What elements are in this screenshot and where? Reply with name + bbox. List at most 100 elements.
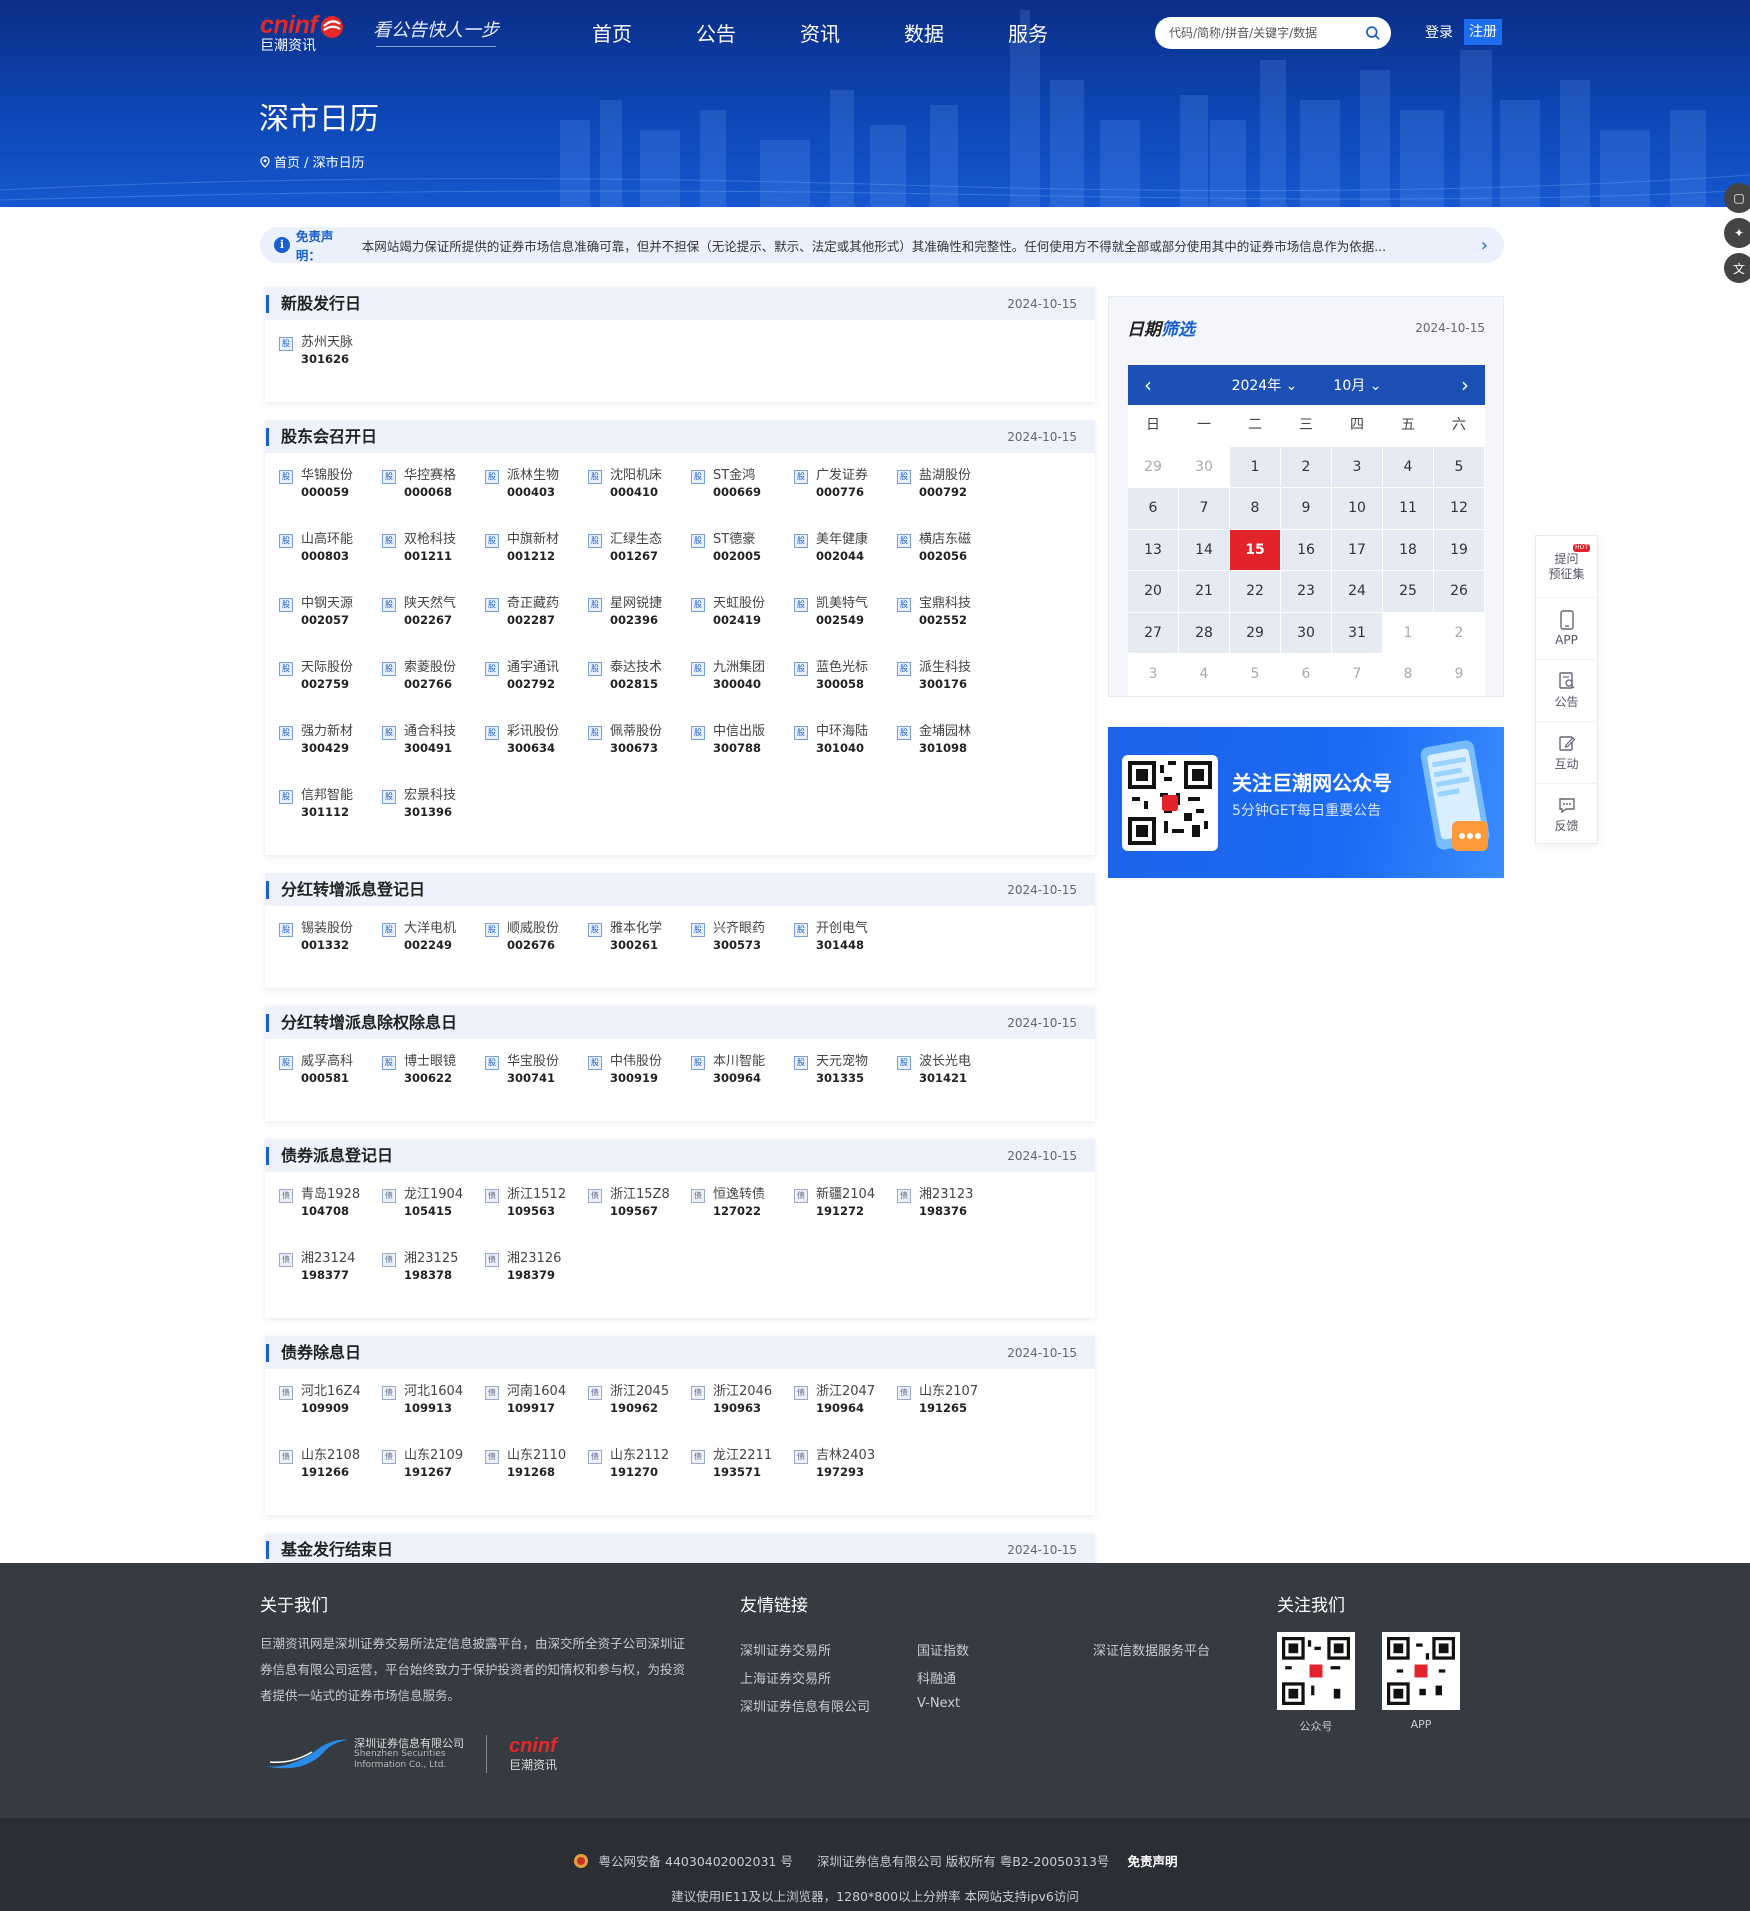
calendar-day[interactable]: 28 xyxy=(1179,612,1230,654)
security-item[interactable]: 股通宇通讯 002792 xyxy=(485,653,588,717)
security-item[interactable]: 债浙江2047 190964 xyxy=(794,1377,897,1441)
security-item[interactable]: 债河北16Z4 109909 xyxy=(279,1377,382,1441)
security-item[interactable]: 债湘23125 198378 xyxy=(382,1244,485,1308)
calendar-day[interactable]: 4 xyxy=(1383,446,1434,488)
security-item[interactable]: 股天虹股份 002419 xyxy=(691,589,794,653)
security-item[interactable]: 股中环海陆 301040 xyxy=(794,717,897,781)
link-kerongtong[interactable]: 科融通 xyxy=(917,1668,956,1687)
calendar-day[interactable]: 26 xyxy=(1434,571,1485,613)
calendar-day[interactable]: 30 xyxy=(1281,612,1332,654)
security-item[interactable]: 债山东2109 191267 xyxy=(382,1441,485,1505)
security-item[interactable]: 股开创电气 301448 xyxy=(794,914,897,978)
security-item[interactable]: 股中伟股份 300919 xyxy=(588,1047,691,1111)
security-item[interactable]: 股盐湖股份 000792 xyxy=(897,461,1000,525)
security-item[interactable]: 债湘23126 198379 xyxy=(485,1244,588,1308)
calendar-day[interactable]: 14 xyxy=(1179,529,1230,571)
security-item[interactable]: 股金埔园林 301098 xyxy=(897,717,1000,781)
site-logo[interactable]: cninf 巨潮资讯 xyxy=(260,12,345,54)
translate-icon[interactable]: 文 xyxy=(1724,253,1750,283)
breadcrumb-text[interactable]: 首页 / 深市日历 xyxy=(274,152,365,171)
calendar-day[interactable]: 2 xyxy=(1281,446,1332,488)
security-item[interactable]: 债山东2112 191270 xyxy=(588,1441,691,1505)
security-item[interactable]: 股美年健康 002044 xyxy=(794,525,897,589)
security-item[interactable]: 股横店东磁 002056 xyxy=(897,525,1000,589)
security-item[interactable]: 股中旗新材 001212 xyxy=(485,525,588,589)
security-item[interactable]: 股沈阳机床 000410 xyxy=(588,461,691,525)
calendar-day-selected[interactable]: 15 xyxy=(1230,529,1281,571)
calendar-day[interactable]: 29 xyxy=(1230,612,1281,654)
login-link[interactable]: 登录 xyxy=(1425,22,1453,42)
calendar-day[interactable]: 5 xyxy=(1434,446,1485,488)
chevron-right-icon[interactable]: › xyxy=(1481,235,1488,256)
security-item[interactable]: 股波长光电 301421 xyxy=(897,1047,1000,1111)
calendar-day[interactable]: 25 xyxy=(1383,571,1434,613)
nav-services[interactable]: 服务 xyxy=(976,20,1080,48)
calendar-day[interactable]: 3 xyxy=(1128,654,1179,696)
calendar-day[interactable]: 8 xyxy=(1383,654,1434,696)
wechat-follow-banner[interactable]: 关注巨潮网公众号 5分钟GET每日重要公告 xyxy=(1108,727,1504,878)
security-item[interactable]: 股佩蒂股份 300673 xyxy=(588,717,691,781)
security-item[interactable]: 债湘23124 198377 xyxy=(279,1244,382,1308)
security-item[interactable]: 股宏景科技 301396 xyxy=(382,781,485,845)
nav-announcements[interactable]: 公告 xyxy=(664,20,768,48)
calendar-day[interactable]: 7 xyxy=(1179,488,1230,530)
security-item[interactable]: 股汇绿生态 001267 xyxy=(588,525,691,589)
link-cnindex[interactable]: 国证指数 xyxy=(917,1640,969,1659)
link-vnext[interactable]: V-Next xyxy=(917,1696,960,1711)
calendar-day[interactable]: 19 xyxy=(1434,529,1485,571)
security-item[interactable]: 股通合科技 300491 xyxy=(382,717,485,781)
float-announce[interactable]: 公告 xyxy=(1536,660,1597,722)
security-item[interactable]: 债山东2110 191268 xyxy=(485,1441,588,1505)
security-item[interactable]: 股中信出版 300788 xyxy=(691,717,794,781)
security-item[interactable]: 股兴齐眼药 300573 xyxy=(691,914,794,978)
calendar-day[interactable]: 1 xyxy=(1383,612,1434,654)
security-item[interactable]: 债龙江2211 193571 xyxy=(691,1441,794,1505)
security-item[interactable]: 股顺威股份 002676 xyxy=(485,914,588,978)
security-item[interactable]: 债新疆2104 191272 xyxy=(794,1180,897,1244)
security-item[interactable]: 债吉林2403 197293 xyxy=(794,1441,897,1505)
security-item[interactable]: 股大洋电机 002249 xyxy=(382,914,485,978)
calendar-day[interactable]: 9 xyxy=(1434,654,1485,696)
security-item[interactable]: 股本川智能 300964 xyxy=(691,1047,794,1111)
float-question[interactable]: HOT 提问 预征集 xyxy=(1536,536,1597,598)
security-item[interactable]: 债湘23123 198376 xyxy=(897,1180,1000,1244)
security-item[interactable]: 股信邦智能 301112 xyxy=(279,781,382,845)
calendar-day[interactable]: 29 xyxy=(1128,446,1179,488)
security-item[interactable]: 股宝鼎科技 002552 xyxy=(897,589,1000,653)
calendar-day[interactable]: 10 xyxy=(1332,488,1383,530)
security-item[interactable]: 股九洲集团 300040 xyxy=(691,653,794,717)
link-data-platform[interactable]: 深证信数据服务平台 xyxy=(1093,1640,1210,1659)
float-feedback[interactable]: 反馈 xyxy=(1536,784,1597,846)
security-item[interactable]: 债龙江1904 105415 xyxy=(382,1180,485,1244)
calendar-day[interactable]: 7 xyxy=(1332,654,1383,696)
search-input[interactable] xyxy=(1169,26,1360,40)
document-icon[interactable]: ▢ xyxy=(1724,183,1750,213)
calendar-day[interactable]: 22 xyxy=(1230,571,1281,613)
footer-disclaimer-link[interactable]: 免责声明 xyxy=(1127,1851,1177,1870)
security-item[interactable]: 股华锦股份 000059 xyxy=(279,461,382,525)
nav-data[interactable]: 数据 xyxy=(872,20,976,48)
link-szsi[interactable]: 深圳证券信息有限公司 xyxy=(740,1696,870,1715)
calendar-day[interactable]: 6 xyxy=(1128,488,1179,530)
security-item[interactable]: 债浙江2046 190963 xyxy=(691,1377,794,1441)
security-item[interactable]: 股威孚高科 000581 xyxy=(279,1047,382,1111)
security-item[interactable]: 股索菱股份 002766 xyxy=(382,653,485,717)
security-item[interactable]: 股锡装股份 001332 xyxy=(279,914,382,978)
calendar-day[interactable]: 13 xyxy=(1128,529,1179,571)
security-item[interactable]: 股苏州天脉 301626 xyxy=(279,328,382,392)
float-interact[interactable]: 互动 xyxy=(1536,722,1597,784)
calendar-day[interactable]: 6 xyxy=(1281,654,1332,696)
security-item[interactable]: 股凯美特气 002549 xyxy=(794,589,897,653)
security-item[interactable]: 债浙江1512 109563 xyxy=(485,1180,588,1244)
security-item[interactable]: 股天际股份 002759 xyxy=(279,653,382,717)
float-app[interactable]: APP xyxy=(1536,598,1597,660)
security-item[interactable]: 债浙江2045 190962 xyxy=(588,1377,691,1441)
security-item[interactable]: 债河北1604 109913 xyxy=(382,1377,485,1441)
month-select[interactable]: 10月 ⌄ xyxy=(1333,375,1381,395)
security-item[interactable]: 股广发证券 000776 xyxy=(794,461,897,525)
calendar-day[interactable]: 21 xyxy=(1179,571,1230,613)
security-item[interactable]: 股双枪科技 001211 xyxy=(382,525,485,589)
security-item[interactable]: 股天元宠物 301335 xyxy=(794,1047,897,1111)
calendar-day[interactable]: 18 xyxy=(1383,529,1434,571)
icp-record[interactable]: 粤公网安备 44030402002031 号 xyxy=(599,1851,793,1870)
